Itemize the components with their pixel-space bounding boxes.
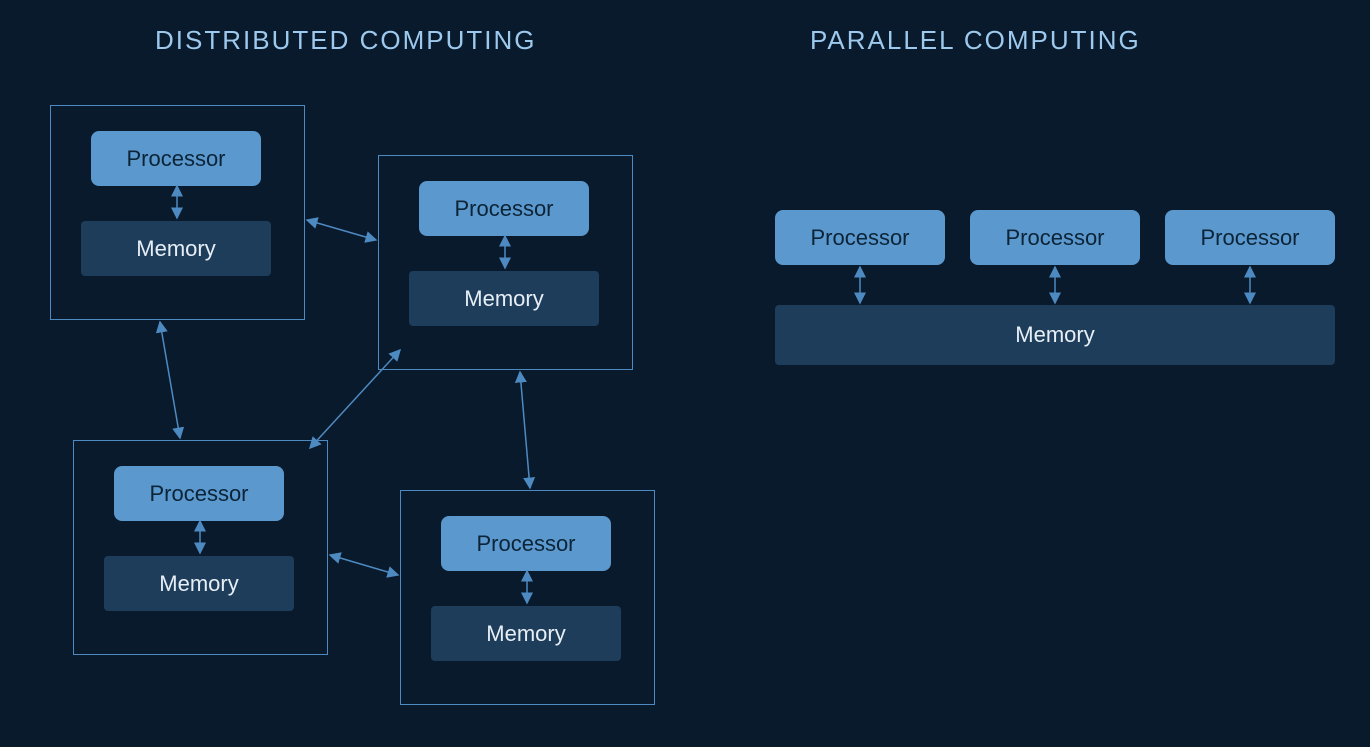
conn-3-4 [330,555,398,575]
conn-2-4 [520,372,530,488]
parallel-processor-2: Processor [970,210,1140,265]
processor-box: Processor [91,131,261,186]
distributed-node-4: Processor Memory [400,490,655,705]
title-distributed: DISTRIBUTED COMPUTING [155,25,536,56]
distributed-node-2: Processor Memory [378,155,633,370]
memory-box: Memory [431,606,621,661]
distributed-node-3: Processor Memory [73,440,328,655]
processor-box: Processor [114,466,284,521]
conn-1-2 [307,220,376,240]
memory-box: Memory [409,271,599,326]
title-parallel: PARALLEL COMPUTING [810,25,1141,56]
memory-box: Memory [81,221,271,276]
memory-box: Memory [104,556,294,611]
parallel-shared-memory: Memory [775,305,1335,365]
distributed-node-1: Processor Memory [50,105,305,320]
conn-1-3 [160,322,180,438]
parallel-processor-1: Processor [775,210,945,265]
processor-box: Processor [441,516,611,571]
processor-box: Processor [419,181,589,236]
parallel-processor-3: Processor [1165,210,1335,265]
